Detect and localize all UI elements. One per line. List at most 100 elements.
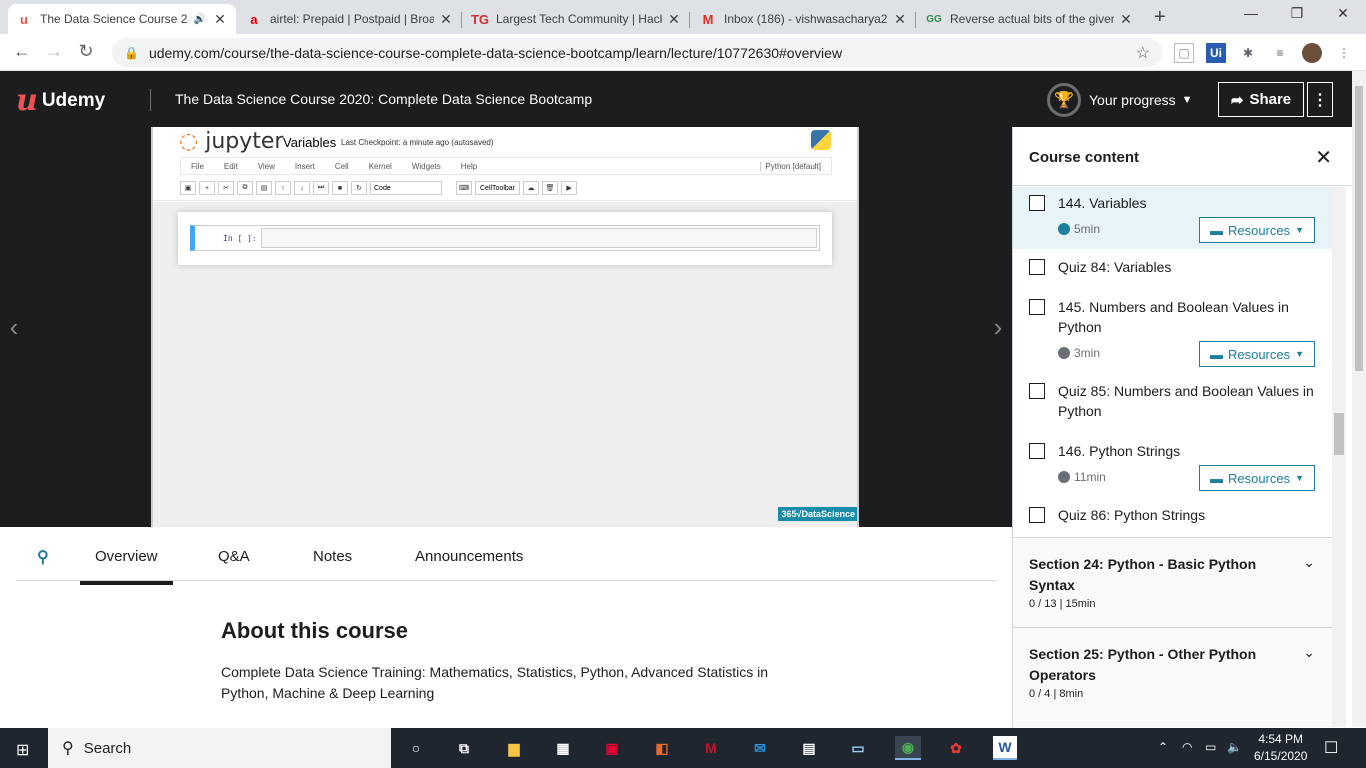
browser-tab-techgig[interactable]: TG Largest Tech Community | Hack ✕	[464, 4, 690, 34]
save-icon: ▣	[180, 181, 196, 195]
tab-close-icon[interactable]: ✕	[1118, 11, 1134, 28]
media-control-icon[interactable]: ≡	[1270, 43, 1290, 63]
extension-page-icon[interactable]: ▢	[1174, 43, 1194, 63]
keyboard-icon: ⌨	[456, 181, 472, 195]
forward-arrow-icon[interactable]: →	[42, 41, 66, 62]
audio-icon[interactable]: 🔊	[192, 14, 208, 25]
sidebar-scrollbar[interactable]	[1332, 187, 1346, 727]
folder-icon: ▬	[1209, 346, 1223, 362]
maximize-button[interactable]: ❐	[1274, 5, 1320, 22]
new-tab-button[interactable]: +	[1154, 6, 1166, 29]
browser-menu-icon[interactable]: ⋮	[1334, 43, 1354, 63]
chrome-icon[interactable]: ◉	[895, 736, 921, 760]
quiz-item-84[interactable]: Quiz 84: Variables	[1013, 249, 1333, 289]
sidebar-title: Course content	[1029, 149, 1140, 166]
next-lecture-chevron-icon[interactable]: ›	[984, 301, 1012, 353]
browser-tab-airtel[interactable]: a airtel: Prepaid | Postpaid | Broa ✕	[238, 4, 462, 34]
section-title: Section 25: Python - Other Python Operat…	[1029, 646, 1257, 683]
tab-close-icon[interactable]: ✕	[666, 11, 682, 28]
previous-lecture-chevron-icon[interactable]: ‹	[0, 301, 28, 353]
close-icon[interactable]: ✕	[1315, 145, 1332, 170]
word-icon[interactable]: W	[993, 736, 1017, 760]
search-icon[interactable]: ⚲	[37, 547, 49, 567]
tab-title: The Data Science Course 2	[40, 12, 188, 26]
lecture-checkbox[interactable]	[1029, 443, 1045, 459]
tab-close-icon[interactable]: ✕	[892, 11, 908, 28]
tab-announcements[interactable]: Announcements	[415, 548, 523, 565]
resources-button[interactable]: ▬ Resources ▼	[1199, 341, 1315, 367]
section-25[interactable]: Section 25: Python - Other Python Operat…	[1013, 627, 1333, 727]
tray-chevron-up-icon[interactable]: ⌃	[1158, 740, 1168, 754]
browser-tab-gfg[interactable]: GG Reverse actual bits of the giver ✕	[918, 4, 1142, 34]
quiz-item-86[interactable]: Quiz 86: Python Strings	[1013, 501, 1333, 537]
share-button[interactable]: ➦ Share	[1218, 82, 1304, 117]
mail-icon[interactable]: ✉	[748, 736, 772, 760]
quiz-checkbox[interactable]	[1029, 507, 1045, 523]
reader-icon[interactable]: ▣	[600, 736, 624, 760]
cell-input	[261, 228, 817, 248]
paint-app-icon[interactable]: ✿	[944, 736, 968, 760]
udemy-logo[interactable]: u Udemy	[16, 83, 105, 118]
cortana-icon[interactable]: ○	[404, 736, 428, 760]
store-icon[interactable]: ▦	[551, 736, 575, 760]
menu-edit: Edit	[223, 161, 238, 171]
cut-icon: ✂	[218, 181, 234, 195]
task-view-icon[interactable]: ⧉	[452, 736, 476, 760]
browser-tab-gmail[interactable]: M Inbox (186) - vishwasacharya2C ✕	[692, 4, 916, 34]
taskbar-clock[interactable]: 4:54 PM 6/15/2020	[1254, 731, 1307, 765]
battery-icon[interactable]: ▭	[1205, 740, 1216, 754]
wifi-icon[interactable]: ◠	[1182, 740, 1192, 754]
menu-view: View	[257, 161, 275, 171]
taskbar-search-box[interactable]: ⚲ Search	[48, 728, 391, 768]
quiz-checkbox[interactable]	[1029, 259, 1045, 275]
document-app-icon[interactable]: ▤	[797, 736, 821, 760]
progress-dropdown[interactable]: 🏆 Your progress ▼	[1047, 83, 1193, 117]
code-cell: In [ ]:	[190, 225, 820, 251]
chevron-down-icon: ⌄	[1303, 554, 1315, 570]
browser-tab-udemy[interactable]: u The Data Science Course 2 🔊 ✕	[8, 4, 236, 34]
back-arrow-icon[interactable]: ←	[10, 41, 34, 62]
resources-button[interactable]: ▬ Resources ▼	[1199, 217, 1315, 243]
lecture-duration: 5min	[1058, 222, 1100, 236]
tab-close-icon[interactable]: ✕	[212, 11, 228, 28]
url-text: udemy.com/course/the-data-science-course…	[148, 44, 843, 61]
lecture-checkbox[interactable]	[1029, 195, 1045, 211]
address-bar[interactable]: 🔒 udemy.com/course/the-data-science-cour…	[112, 38, 1162, 67]
page-scrollbar-thumb[interactable]	[1355, 86, 1363, 371]
menu-insert: Insert	[294, 161, 315, 171]
extension-ui-icon[interactable]: Ui	[1206, 43, 1226, 63]
minimize-button[interactable]: —	[1228, 5, 1274, 21]
notifications-icon[interactable]: ☐	[1324, 738, 1338, 758]
page-scrollbar[interactable]	[1352, 71, 1366, 727]
section-24[interactable]: Section 24: Python - Basic Python Syntax…	[1013, 537, 1333, 627]
sidebar-scrollbar-thumb[interactable]	[1334, 413, 1344, 455]
jupyter-menubar: File Edit View Insert Cell Kernel Widget…	[180, 157, 832, 175]
course-title[interactable]: The Data Science Course 2020: Complete D…	[175, 91, 592, 107]
quiz-item-85[interactable]: Quiz 85: Numbers and Boolean Values in P…	[1013, 373, 1333, 433]
quiz-checkbox[interactable]	[1029, 383, 1045, 399]
extensions-puzzle-icon[interactable]: ✱	[1238, 43, 1258, 63]
file-explorer-icon[interactable]: ▆	[502, 736, 526, 760]
resources-button[interactable]: ▬ Resources ▼	[1199, 465, 1315, 491]
windows-start-icon[interactable]: ⊞	[16, 740, 29, 760]
bookmark-star-icon[interactable]: ☆	[1136, 43, 1150, 63]
lecture-item-144[interactable]: 144. Variables 5min ▬ Resources ▼	[1013, 187, 1333, 249]
present-icon: ▶	[561, 181, 578, 195]
menu-help: Help	[460, 161, 478, 171]
reload-icon[interactable]: ↻	[74, 41, 98, 62]
more-options-button[interactable]: ⋮	[1307, 82, 1333, 117]
lecture-item-145[interactable]: 145. Numbers and Boolean Values in Pytho…	[1013, 289, 1333, 373]
lecture-item-146[interactable]: 146. Python Strings 11min ▬ Resources ▼	[1013, 433, 1333, 501]
mcafee-icon[interactable]: M	[699, 736, 723, 760]
office-icon[interactable]: ◧	[650, 736, 674, 760]
close-window-button[interactable]: ✕	[1320, 5, 1366, 22]
profile-avatar[interactable]	[1302, 43, 1322, 63]
volume-icon[interactable]: 🔈	[1227, 740, 1242, 754]
lecture-checkbox[interactable]	[1029, 299, 1045, 315]
network-app-icon[interactable]: ▭	[846, 736, 870, 760]
video-player[interactable]: ‹ › ◌ jupyter Variables Last Checkpoint:…	[0, 127, 1012, 527]
tab-notes[interactable]: Notes	[313, 548, 352, 565]
tab-close-icon[interactable]: ✕	[438, 11, 454, 28]
tab-qa[interactable]: Q&A	[218, 548, 250, 565]
stop-icon: ■	[332, 181, 348, 195]
